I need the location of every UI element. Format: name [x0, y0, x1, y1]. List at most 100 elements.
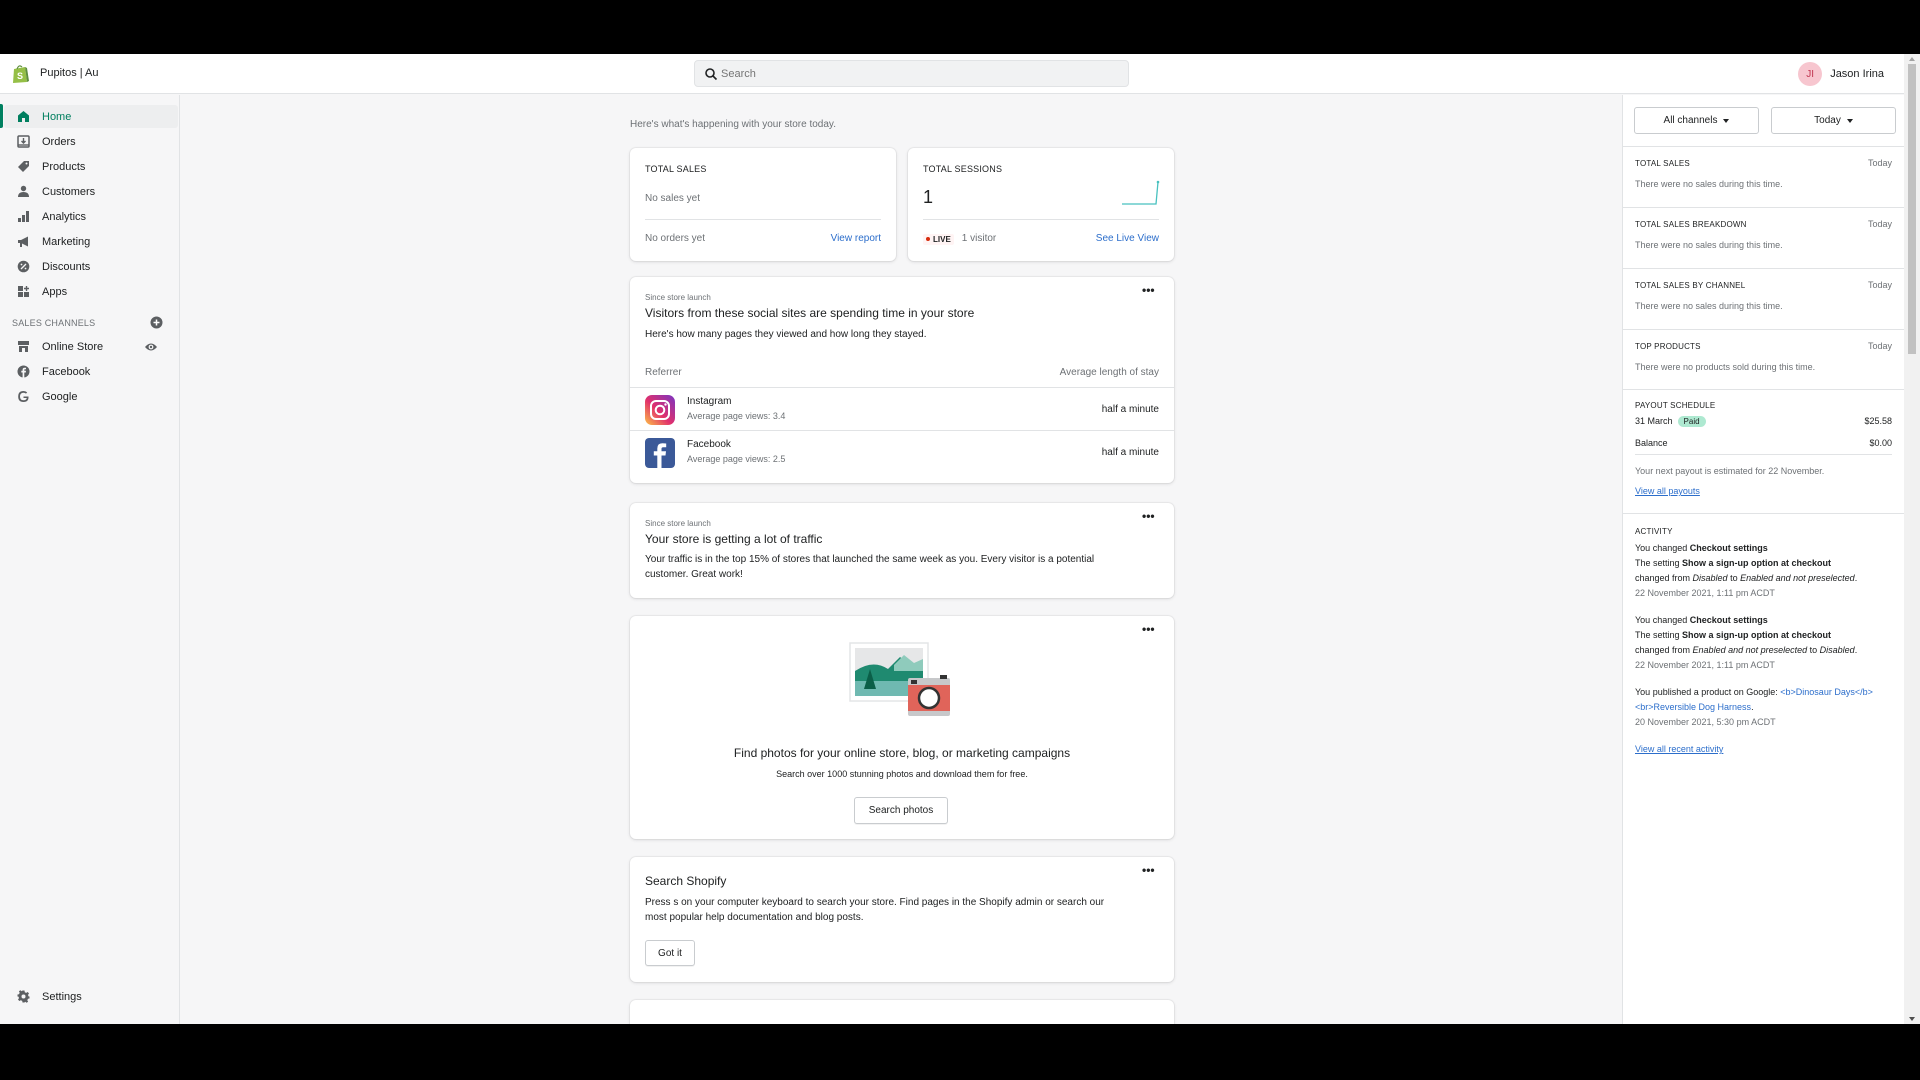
activity-from: Disabled — [1692, 573, 1728, 583]
facebook-icon — [645, 438, 675, 468]
find-photos-card: ••• Find photos for your online store, b… — [630, 616, 1174, 839]
next-card — [630, 1000, 1174, 1024]
total-sessions-value: 1 — [923, 187, 934, 207]
more-actions-button[interactable]: ••• — [1142, 284, 1158, 296]
sidebar-item-customers[interactable]: Customers — [0, 180, 174, 203]
activity-timestamp: 22 November 2021, 1:11 pm ACDT — [1635, 660, 1775, 670]
search-shopify-card: ••• Search Shopify Press s on your compu… — [630, 857, 1174, 982]
more-actions-button[interactable]: ••• — [1142, 510, 1158, 522]
channel-filter-dropdown[interactable]: All channels — [1634, 107, 1759, 134]
user-name: Jason Irina — [1830, 68, 1884, 80]
search-photos-button[interactable]: Search photos — [854, 797, 948, 824]
paid-badge: Paid — [1677, 416, 1706, 427]
add-channel-icon[interactable] — [150, 316, 163, 329]
sales-breakdown-section: TOTAL SALES BREAKDOWN Today There were n… — [1623, 207, 1904, 268]
social-visitors-card: ••• Since store launch Visitors from the… — [630, 277, 1174, 483]
shopify-logo-icon[interactable]: S — [12, 64, 29, 84]
sidebar-item-analytics[interactable]: Analytics — [0, 205, 174, 228]
section-empty: There were no sales during this time. — [1635, 179, 1783, 189]
sidebar-item-orders[interactable]: Orders — [0, 130, 174, 153]
sidebar-item-products[interactable]: Products — [0, 155, 174, 178]
col-avg-stay: Average length of stay — [1059, 367, 1159, 378]
shopify-admin: S Pupitos | Au JI Jason Irina Home — [0, 54, 1920, 1024]
view-all-payouts-link[interactable]: View all payouts — [1635, 486, 1700, 496]
activity-to: Disabled — [1819, 645, 1855, 655]
facebook-icon — [16, 365, 30, 379]
got-it-button[interactable]: Got it — [645, 940, 695, 966]
sidebar-item-label: Facebook — [42, 365, 91, 378]
activity-to: Enabled and not preselected — [1740, 573, 1855, 583]
section-empty: There were no sales during this time. — [1635, 301, 1783, 311]
section-heading: TOTAL SALES — [1635, 159, 1690, 168]
activity-timestamp: 20 November 2021, 5:30 pm ACDT — [1635, 717, 1776, 727]
total-sales-card: TOTAL SALES No sales yet No orders yet V… — [630, 148, 896, 261]
apps-icon — [16, 285, 30, 299]
table-row: Instagram Average page views: 3.4 half a… — [630, 387, 1174, 430]
activity-text: to — [1807, 645, 1820, 655]
card-title: Search Shopify — [645, 874, 727, 888]
scroll-down-arrow-icon[interactable] — [1909, 1017, 1915, 1021]
sales-by-channel-section: TOTAL SALES BY CHANNEL Today There were … — [1623, 268, 1904, 329]
sparkline-line — [1122, 181, 1159, 205]
sidebar-item-settings[interactable]: Settings — [0, 985, 174, 1008]
sidebar-item-label: Home — [42, 110, 72, 123]
referrer-avg-stay: half a minute — [1101, 447, 1159, 458]
sidebar-item-marketing[interactable]: Marketing — [0, 230, 174, 253]
search-bar[interactable] — [694, 60, 1129, 87]
total-sales-value: No sales yet — [645, 193, 701, 204]
card-text: Your traffic is in the top 15% of stores… — [645, 554, 1095, 580]
sidebar-item-apps[interactable]: Apps — [0, 280, 174, 303]
channel-filter-value: All channels — [1663, 115, 1718, 126]
top-products-section: TOP PRODUCTS Today There were no product… — [1623, 329, 1904, 389]
total-sessions-card: TOTAL SESSIONS 1 LIVE 1 visitor See Live … — [908, 148, 1174, 261]
person-icon — [16, 185, 30, 199]
referrer-name: Facebook — [687, 439, 731, 450]
live-badge: LIVE — [923, 233, 954, 245]
sidebar-item-label: Marketing — [42, 235, 91, 248]
activity-item: You changed Checkout settings The settin… — [1635, 541, 1892, 601]
card-title: Find photos for your online store, blog,… — [733, 746, 1071, 760]
card-title: Your store is getting a lot of traffic — [645, 532, 823, 546]
payout-date: 31 March — [1635, 416, 1673, 426]
activity-setting: Show a sign-up option at checkout — [1682, 558, 1832, 568]
date-filter-dropdown[interactable]: Today — [1771, 107, 1896, 134]
balance-row: Balance $0.00 — [1635, 438, 1892, 455]
card-text: Press s on your computer keyboard to sea… — [645, 897, 1105, 923]
sidebar-item-google[interactable]: Google — [0, 385, 174, 408]
eye-icon[interactable] — [144, 340, 158, 354]
activity-text: . — [1751, 702, 1754, 712]
payout-amount: $25.58 — [1864, 416, 1892, 426]
view-all-activity-link[interactable]: View all recent activity — [1635, 744, 1723, 754]
activity-text: changed from — [1635, 573, 1693, 583]
sidebar-item-discounts[interactable]: Discounts — [0, 255, 174, 278]
view-report-link[interactable]: View report — [831, 233, 881, 244]
section-period: Today — [1867, 158, 1892, 168]
scrollbar-thumb[interactable] — [1908, 64, 1916, 354]
date-filter-value: Today — [1814, 115, 1841, 126]
see-live-view-link[interactable]: See Live View — [1096, 233, 1159, 244]
more-actions-button[interactable]: ••• — [1142, 864, 1158, 876]
activity-subject: Checkout settings — [1689, 615, 1768, 625]
page-subtitle: Here's what's happening with your store … — [630, 119, 836, 130]
scrollbar[interactable] — [1904, 54, 1920, 1024]
user-menu[interactable]: JI Jason Irina — [1798, 62, 1884, 86]
search-input[interactable] — [721, 65, 1111, 83]
sales-channels-heading: SALES CHANNELS — [12, 318, 96, 328]
sidebar-item-online-store[interactable]: Online Store — [0, 335, 174, 358]
referrer-page-views: Average page views: 2.5 — [687, 454, 786, 464]
sidebar-item-facebook[interactable]: Facebook — [0, 360, 174, 383]
scroll-up-arrow-icon[interactable] — [1909, 57, 1915, 61]
activity-text: . — [1854, 573, 1858, 583]
right-panel: All channels Today TOTAL SALES Today The… — [1622, 95, 1904, 1024]
discount-icon — [16, 260, 30, 274]
orders-icon — [16, 135, 30, 149]
tag-icon — [16, 160, 30, 174]
card-subtitle: Search over 1000 stunning photos and dow… — [776, 769, 1028, 779]
sidebar-item-home[interactable]: Home — [4, 105, 178, 128]
more-actions-button[interactable]: ••• — [1142, 623, 1158, 635]
visitor-count: 1 visitor — [961, 233, 997, 244]
live-visitors: LIVE 1 visitor — [923, 233, 996, 245]
payout-row: 31 March Paid $25.58 — [1635, 416, 1892, 427]
store-name[interactable]: Pupitos | Au — [40, 67, 99, 79]
table-row: Facebook Average page views: 2.5 half a … — [630, 430, 1174, 473]
